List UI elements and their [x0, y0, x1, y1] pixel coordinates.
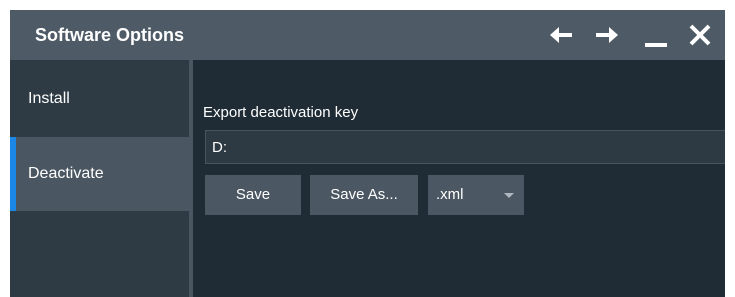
title-bar: Software Options: [10, 10, 725, 60]
sidebar-item-label: Deactivate: [28, 165, 104, 182]
options-sidebar: Install Deactivate: [10, 60, 189, 297]
forward-arrow-icon[interactable]: [593, 21, 621, 49]
back-arrow-icon[interactable]: [547, 21, 575, 49]
minimize-icon[interactable]: [642, 21, 670, 49]
save-as-button[interactable]: Save As...: [310, 175, 418, 215]
software-options-dialog: Software Options Install Deactivate Expo…: [10, 10, 725, 297]
export-deactivation-key-label: Export deactivation key: [203, 104, 359, 121]
deactivate-panel: Export deactivation key Save Save As... …: [193, 60, 725, 297]
active-indicator: [10, 137, 16, 211]
sidebar-item-label: Install: [28, 90, 70, 107]
file-format-select[interactable]: .xml: [428, 175, 524, 215]
export-path-input[interactable]: [205, 130, 725, 164]
save-button[interactable]: Save: [205, 175, 301, 215]
close-icon[interactable]: [686, 21, 714, 49]
chevron-down-icon: [504, 193, 514, 198]
sidebar-item-deactivate[interactable]: Deactivate: [10, 137, 189, 211]
dialog-title: Software Options: [35, 25, 185, 45]
sidebar-item-install[interactable]: Install: [10, 62, 189, 136]
file-format-value: .xml: [436, 186, 464, 203]
